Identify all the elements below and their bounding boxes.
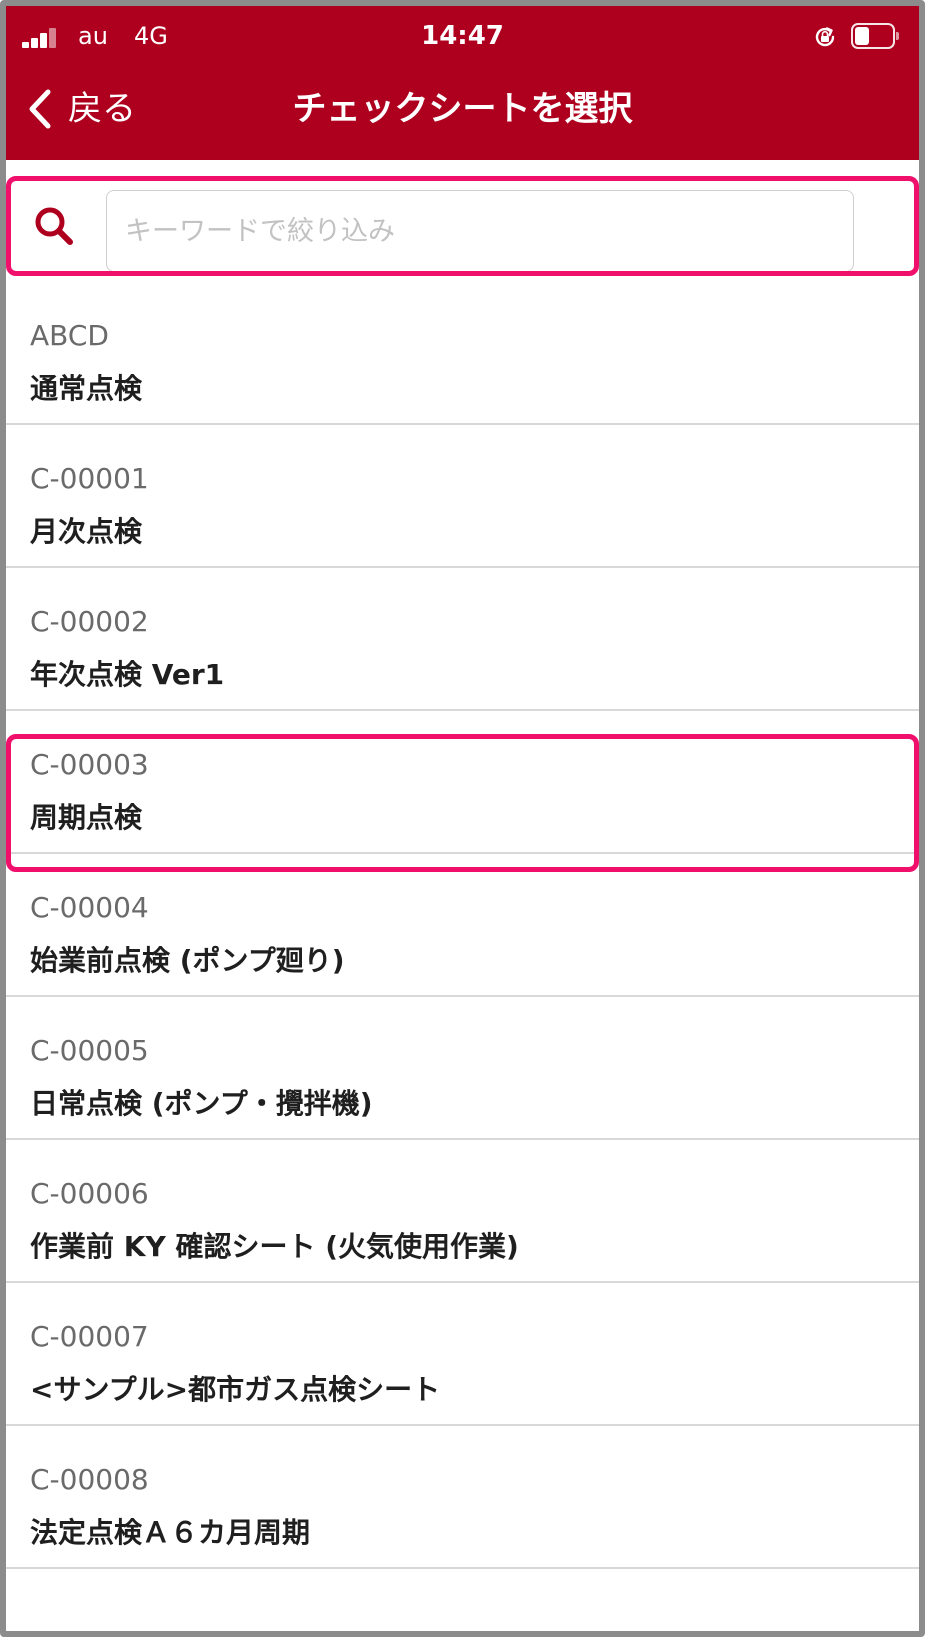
app-header: au 4G 14:47 戻る チェックシートを選択 bbox=[6, 6, 919, 160]
item-name: 法定点検Ａ６カ月周期 bbox=[30, 1516, 311, 1549]
list-item[interactable]: ABCD 通常点検 bbox=[6, 282, 919, 425]
item-name: 通常点検 bbox=[30, 372, 143, 405]
status-bar: au 4G 14:47 bbox=[6, 6, 919, 66]
item-name: <サンプル>都市ガス点検シート bbox=[30, 1373, 441, 1406]
item-name: 始業前点検 (ポンプ廻り) bbox=[30, 944, 345, 977]
battery-icon bbox=[851, 23, 899, 49]
item-code: C-00006 bbox=[30, 1177, 149, 1210]
item-code: C-00007 bbox=[30, 1320, 149, 1353]
search-icon[interactable] bbox=[32, 204, 76, 248]
search-input[interactable] bbox=[106, 190, 854, 272]
list-item[interactable]: C-00007 <サンプル>都市ガス点検シート bbox=[6, 1283, 919, 1426]
item-code: C-00005 bbox=[30, 1034, 149, 1067]
status-time: 14:47 bbox=[421, 21, 504, 51]
list-item[interactable]: C-00003 周期点検 bbox=[6, 711, 919, 854]
list-item[interactable]: C-00004 始業前点検 (ポンプ廻り) bbox=[6, 854, 919, 997]
item-code: C-00004 bbox=[30, 891, 149, 924]
item-name: 月次点検 bbox=[30, 515, 143, 548]
item-code: C-00003 bbox=[30, 748, 149, 781]
back-label: 戻る bbox=[68, 89, 136, 129]
search-bar bbox=[6, 160, 919, 282]
back-button[interactable]: 戻る bbox=[24, 84, 136, 134]
item-name: 日常点検 (ポンプ・攪拌機) bbox=[30, 1087, 373, 1120]
page-title: チェックシートを選択 bbox=[292, 89, 633, 129]
app-screen: au 4G 14:47 戻る チェックシートを選択 キーワードで絞り込み ABC… bbox=[0, 0, 925, 1637]
list-item[interactable]: C-00002 年次点検 Ver1 bbox=[6, 568, 919, 711]
rotation-lock-icon bbox=[815, 27, 835, 47]
list-item[interactable]: C-00006 作業前 KY 確認シート (火気使用作業) bbox=[6, 1140, 919, 1283]
item-code: C-00002 bbox=[30, 605, 149, 638]
chevron-left-icon bbox=[29, 89, 51, 129]
navigation-bar: 戻る チェックシートを選択 bbox=[6, 66, 919, 160]
list-item[interactable]: C-00008 法定点検Ａ６カ月周期 bbox=[6, 1426, 919, 1569]
item-name: 周期点検 bbox=[30, 801, 143, 834]
item-code: C-00001 bbox=[30, 462, 149, 495]
item-code: ABCD bbox=[30, 319, 109, 352]
checksheet-list: ABCD 通常点検 C-00001 月次点検 C-00002 年次点検 Ver1… bbox=[6, 282, 919, 1569]
item-name: 年次点検 Ver1 bbox=[30, 658, 225, 691]
item-name: 作業前 KY 確認シート (火気使用作業) bbox=[30, 1230, 519, 1263]
list-item[interactable]: C-00001 月次点検 bbox=[6, 425, 919, 568]
item-code: C-00008 bbox=[30, 1463, 149, 1496]
list-item[interactable]: C-00005 日常点検 (ポンプ・攪拌機) bbox=[6, 997, 919, 1140]
